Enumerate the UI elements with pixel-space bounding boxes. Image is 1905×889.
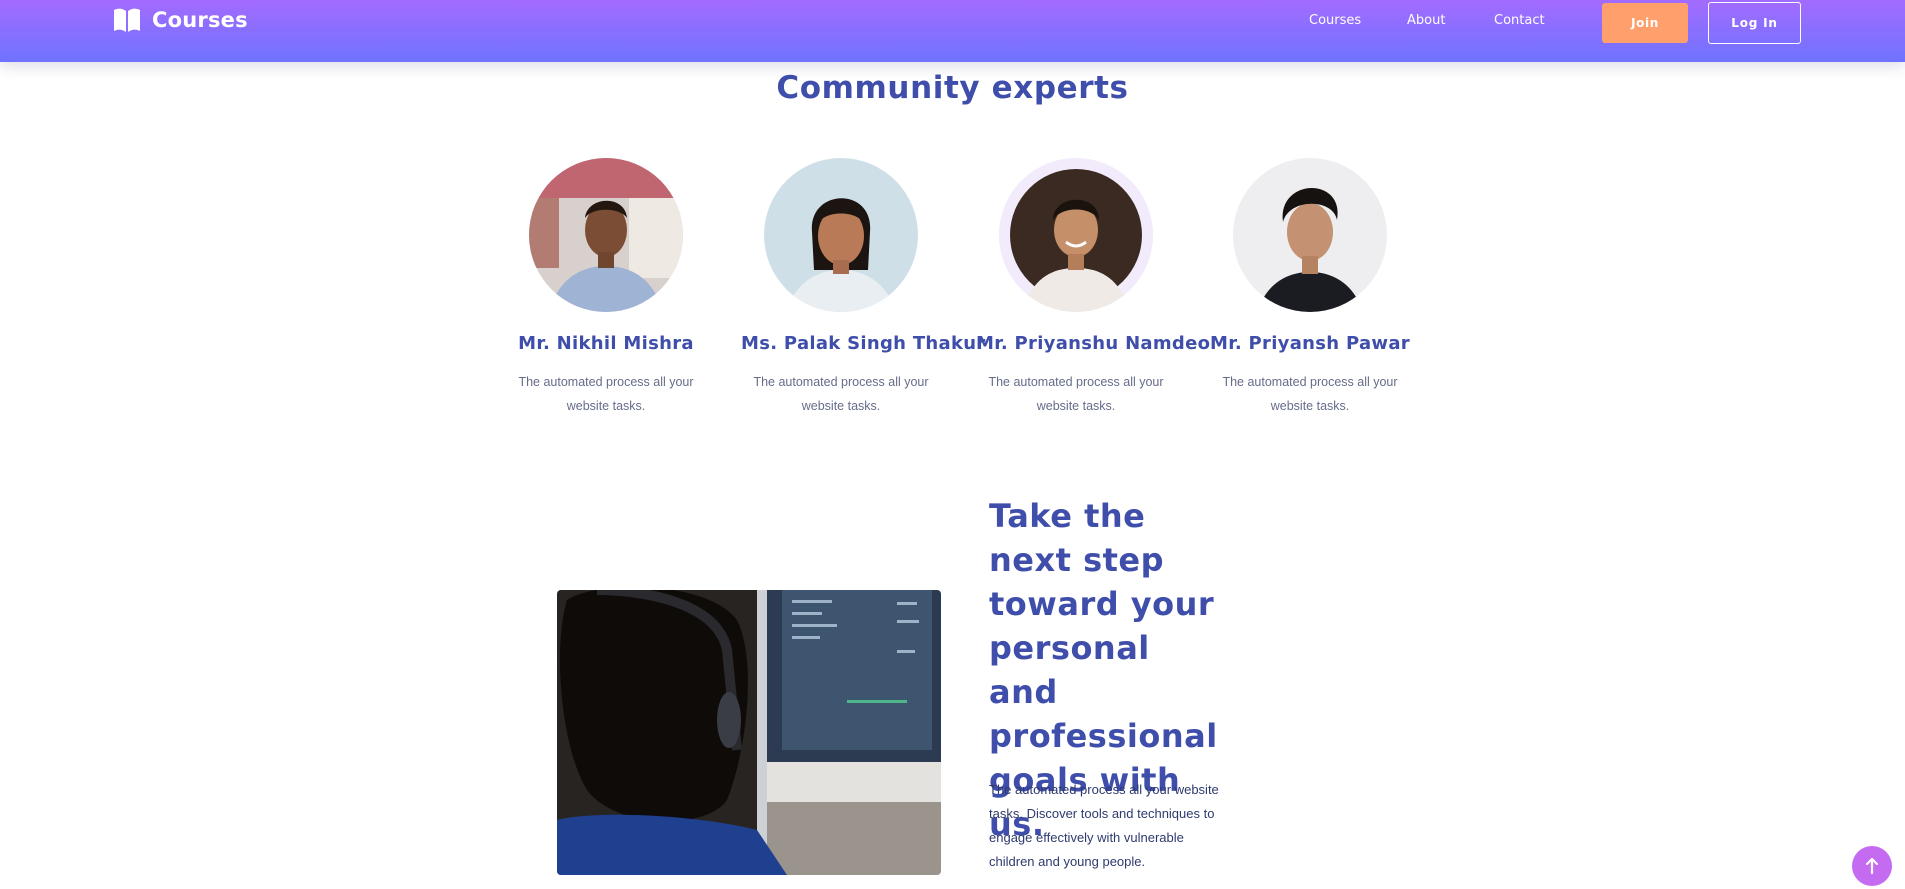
brand-logo[interactable]: Courses [112, 6, 248, 34]
expert-name: Mr. Nikhil Mishra [518, 333, 694, 354]
scroll-to-top-button[interactable] [1852, 846, 1892, 886]
expert-description: The automated process all your website t… [988, 375, 1164, 413]
expert-name: Ms. Palak Singh Thakur [741, 333, 986, 354]
expert-name: Mr. Priyansh Pawar [1210, 333, 1410, 354]
expert-card: Mr. Priyanshu Namdeo The automated proce… [976, 158, 1211, 418]
nav-link-courses[interactable]: Courses [1309, 13, 1361, 28]
expert-name: Mr. Priyanshu Namdeo [976, 333, 1211, 354]
expert-description: The automated process all your website t… [753, 375, 929, 413]
avatar [999, 158, 1153, 312]
avatar [529, 158, 683, 312]
brand-name: Courses [152, 8, 248, 32]
section-title: Community experts [776, 70, 1129, 106]
avatar [764, 158, 918, 312]
cta-text: The automated process all your website t… [989, 782, 1219, 869]
open-book-icon [114, 8, 140, 32]
join-button[interactable]: Join [1602, 3, 1688, 43]
expert-card: Mr. Nikhil Mishra The automated process … [506, 158, 706, 418]
arrow-up-icon [1865, 857, 1879, 875]
nav-link-about[interactable]: About [1407, 13, 1445, 28]
login-button[interactable]: Log In [1708, 2, 1801, 44]
expert-card: Ms. Palak Singh Thakur The automated pro… [741, 158, 986, 418]
hero-image [557, 590, 941, 875]
avatar [1233, 158, 1387, 312]
top-navbar: Courses Courses About Contact Join Log I… [0, 0, 1905, 62]
expert-card: Mr. Priyansh Pawar The automated process… [1210, 158, 1410, 418]
expert-description: The automated process all your website t… [1222, 375, 1398, 413]
expert-description: The automated process all your website t… [518, 375, 694, 413]
nav-link-contact[interactable]: Contact [1494, 13, 1545, 28]
